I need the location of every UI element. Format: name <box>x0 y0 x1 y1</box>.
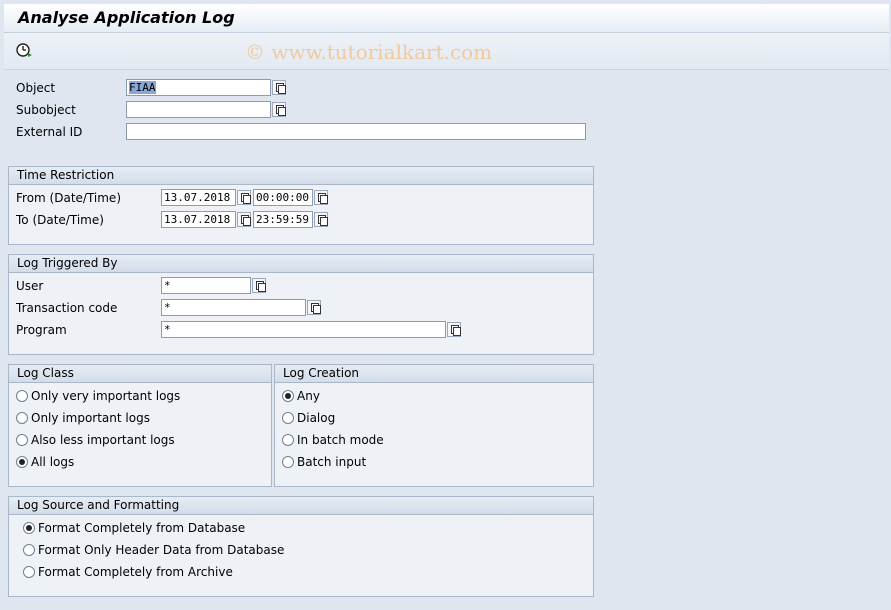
object-label: Object <box>16 81 56 95</box>
log-creation-radio-any[interactable] <box>282 390 294 402</box>
from-time-picker-icon[interactable] <box>314 190 328 205</box>
page-title: Analyse Application Log <box>18 8 235 27</box>
time-restriction-title: Time Restriction <box>9 167 593 185</box>
to-time-picker-icon[interactable] <box>314 212 328 227</box>
user-input[interactable]: * <box>161 277 251 294</box>
log-creation-option-label: In batch mode <box>297 433 384 447</box>
external-id-label: External ID <box>16 125 83 139</box>
transaction-code-input[interactable]: * <box>161 299 306 316</box>
log-class-radio-important[interactable] <box>16 412 28 424</box>
to-time-input[interactable]: 23:59:59 <box>253 211 313 228</box>
log-class-title: Log Class <box>9 365 271 383</box>
to-date-input[interactable]: 13.07.2018 <box>161 211 236 228</box>
log-class-radio-very-important[interactable] <box>16 390 28 402</box>
external-id-input[interactable] <box>126 123 586 140</box>
from-time-input[interactable]: 00:00:00 <box>253 189 313 206</box>
log-creation-option-label: Any <box>297 389 320 403</box>
transaction-code-multiple-selection-icon[interactable] <box>307 300 321 315</box>
log-source-option-label: Format Completely from Database <box>38 521 246 535</box>
log-class-option-label: All logs <box>31 455 75 469</box>
log-creation-title: Log Creation <box>275 365 593 383</box>
log-creation-option-label: Batch input <box>297 455 367 469</box>
to-date-picker-icon[interactable] <box>237 212 251 227</box>
to-datetime-label: To (Date/Time) <box>16 213 104 227</box>
log-class-radio-all-logs[interactable] <box>16 456 28 468</box>
log-source-radio-archive[interactable] <box>23 566 35 578</box>
subobject-label: Subobject <box>16 103 76 117</box>
log-source-option-label: Format Only Header Data from Database <box>38 543 285 557</box>
user-label: User <box>16 279 44 293</box>
log-triggered-by-title: Log Triggered By <box>9 255 593 273</box>
log-creation-option-label: Dialog <box>297 411 336 425</box>
subobject-multiple-selection-icon[interactable] <box>272 102 286 117</box>
log-creation-radio-batch-input[interactable] <box>282 456 294 468</box>
log-source-radio-header-db[interactable] <box>23 544 35 556</box>
log-creation-radio-batch-mode[interactable] <box>282 434 294 446</box>
title-bar: Analyse Application Log <box>4 4 889 33</box>
object-multiple-selection-icon[interactable] <box>272 80 286 95</box>
log-source-title: Log Source and Formatting <box>9 497 593 515</box>
from-date-picker-icon[interactable] <box>237 190 251 205</box>
object-value: FIAA <box>129 81 156 94</box>
program-label: Program <box>16 323 67 337</box>
subobject-input[interactable] <box>126 101 271 118</box>
log-source-option-label: Format Completely from Archive <box>38 565 233 579</box>
log-creation-radio-dialog[interactable] <box>282 412 294 424</box>
from-date-input[interactable]: 13.07.2018 <box>161 189 236 206</box>
log-class-option-label: Only important logs <box>31 411 150 425</box>
program-multiple-selection-icon[interactable] <box>447 322 461 337</box>
from-datetime-label: From (Date/Time) <box>16 191 121 205</box>
transaction-code-label: Transaction code <box>16 301 118 315</box>
user-multiple-selection-icon[interactable] <box>252 278 266 293</box>
execute-clock-icon[interactable] <box>14 41 34 61</box>
watermark-text: © www.tutorialkart.com <box>245 40 493 64</box>
log-class-option-label: Also less important logs <box>31 433 175 447</box>
log-class-radio-less-important[interactable] <box>16 434 28 446</box>
log-source-radio-complete-db[interactable] <box>23 522 35 534</box>
log-class-option-label: Only very important logs <box>31 389 181 403</box>
program-input[interactable]: * <box>161 321 446 338</box>
object-input[interactable]: FIAA <box>126 79 271 96</box>
